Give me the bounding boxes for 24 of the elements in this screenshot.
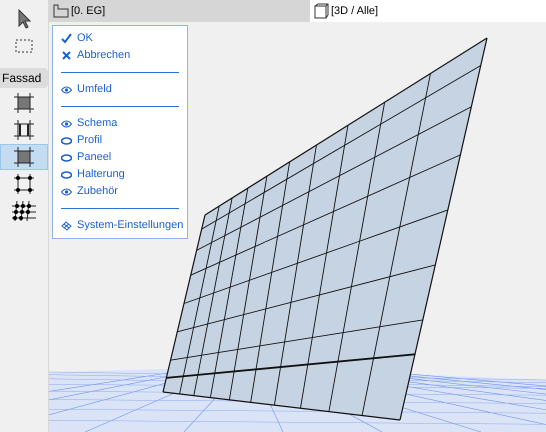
check-icon: [61, 33, 72, 44]
grid-settings-icon: [61, 220, 72, 230]
floor-plan-icon: [53, 4, 69, 18]
section-label: Fassad: [0, 68, 48, 88]
cube-icon: [314, 3, 329, 19]
marquee-icon: [15, 39, 33, 53]
menu-item[interactable]: OK: [53, 30, 187, 47]
tool-button[interactable]: [0, 144, 48, 170]
menu-item[interactable]: Paneel: [53, 149, 187, 166]
menu-item[interactable]: Umfeld: [53, 81, 187, 98]
menu-item[interactable]: Abbrechen: [53, 47, 187, 64]
menu-item[interactable]: Zubehör: [53, 183, 187, 200]
grid-junctions-icon: [12, 201, 36, 221]
grid-icon: [14, 174, 34, 194]
pointer-icon: [17, 9, 31, 29]
cross-icon: [61, 50, 72, 61]
curtain-panel-icon: [14, 147, 34, 167]
menu-item[interactable]: Schema: [53, 115, 187, 132]
curtain-frame-icon: [14, 120, 34, 140]
menu-item[interactable]: System-Einstellungen: [53, 217, 187, 234]
view-tab[interactable]: [3D / Alle]: [310, 0, 546, 22]
curtain-panel-icon: [14, 93, 34, 113]
menu-item[interactable]: Halterung: [53, 166, 187, 183]
menu-item[interactable]: Profil: [53, 132, 187, 149]
